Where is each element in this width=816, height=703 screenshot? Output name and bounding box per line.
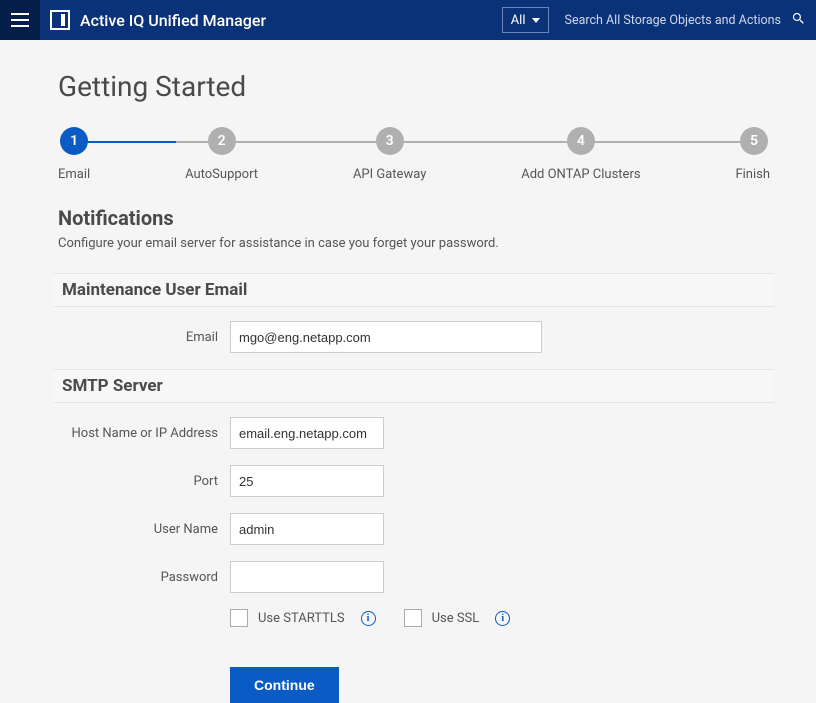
step-label: Add ONTAP Clusters [521, 167, 640, 182]
host-label: Host Name or IP Address [58, 426, 230, 441]
smtp-band: SMTP Server [54, 369, 774, 403]
search-placeholder: Search All Storage Objects and Actions [565, 13, 781, 28]
notifications-description: Configure your email server for assistan… [58, 236, 770, 251]
host-row: Host Name or IP Address [58, 417, 770, 449]
maintenance-email-heading: Maintenance User Email [62, 280, 766, 300]
tls-ssl-row: Use STARTTLS i Use SSL i [230, 609, 770, 627]
step-api-gateway[interactable]: 3 API Gateway [353, 127, 426, 182]
starttls-checkbox[interactable] [230, 609, 248, 627]
info-icon[interactable]: i [495, 611, 510, 626]
username-label: User Name [58, 522, 230, 537]
step-number: 5 [740, 127, 768, 155]
step-number: 4 [567, 127, 595, 155]
search-icon [791, 11, 806, 30]
step-label: Finish [735, 167, 770, 182]
ssl-label: Use SSL [432, 611, 480, 626]
page-title: Getting Started [58, 70, 770, 103]
step-number: 2 [208, 127, 236, 155]
info-icon[interactable]: i [361, 611, 376, 626]
email-row: Email [58, 321, 770, 353]
step-number: 1 [60, 127, 88, 155]
starttls-label: Use STARTTLS [258, 611, 345, 626]
wizard-stepper: 1 Email 2 AutoSupport 3 API Gateway 4 Ad… [58, 127, 770, 182]
step-email[interactable]: 1 Email [58, 127, 90, 182]
global-search[interactable]: Search All Storage Objects and Actions [555, 7, 816, 33]
maintenance-email-band: Maintenance User Email [54, 273, 774, 307]
app-header: Active IQ Unified Manager All Search All… [0, 0, 816, 40]
hamburger-icon [11, 13, 29, 27]
search-scope-dropdown[interactable]: All [502, 7, 549, 33]
step-add-clusters[interactable]: 4 Add ONTAP Clusters [521, 127, 640, 182]
step-label: AutoSupport [185, 167, 258, 182]
email-field[interactable] [230, 321, 542, 353]
chevron-down-icon [532, 18, 540, 23]
port-label: Port [58, 474, 230, 489]
password-row: Password [58, 561, 770, 593]
page-content: Getting Started 1 Email 2 AutoSupport 3 … [0, 40, 816, 703]
port-row: Port [58, 465, 770, 497]
step-finish[interactable]: 5 Finish [735, 127, 770, 182]
step-label: Email [58, 167, 90, 182]
netapp-logo-icon [50, 10, 70, 30]
ssl-checkbox[interactable] [404, 609, 422, 627]
step-autosupport[interactable]: 2 AutoSupport [185, 127, 258, 182]
email-label: Email [58, 330, 230, 345]
port-field[interactable] [230, 465, 384, 497]
search-scope-label: All [511, 13, 526, 28]
smtp-heading: SMTP Server [62, 376, 766, 396]
password-label: Password [58, 570, 230, 585]
app-title: Active IQ Unified Manager [80, 11, 266, 30]
step-number: 3 [376, 127, 404, 155]
hamburger-menu-button[interactable] [0, 0, 40, 40]
username-row: User Name [58, 513, 770, 545]
host-field[interactable] [230, 417, 384, 449]
username-field[interactable] [230, 513, 384, 545]
step-label: API Gateway [353, 167, 426, 182]
password-field[interactable] [230, 561, 384, 593]
notifications-heading: Notifications [58, 206, 770, 230]
